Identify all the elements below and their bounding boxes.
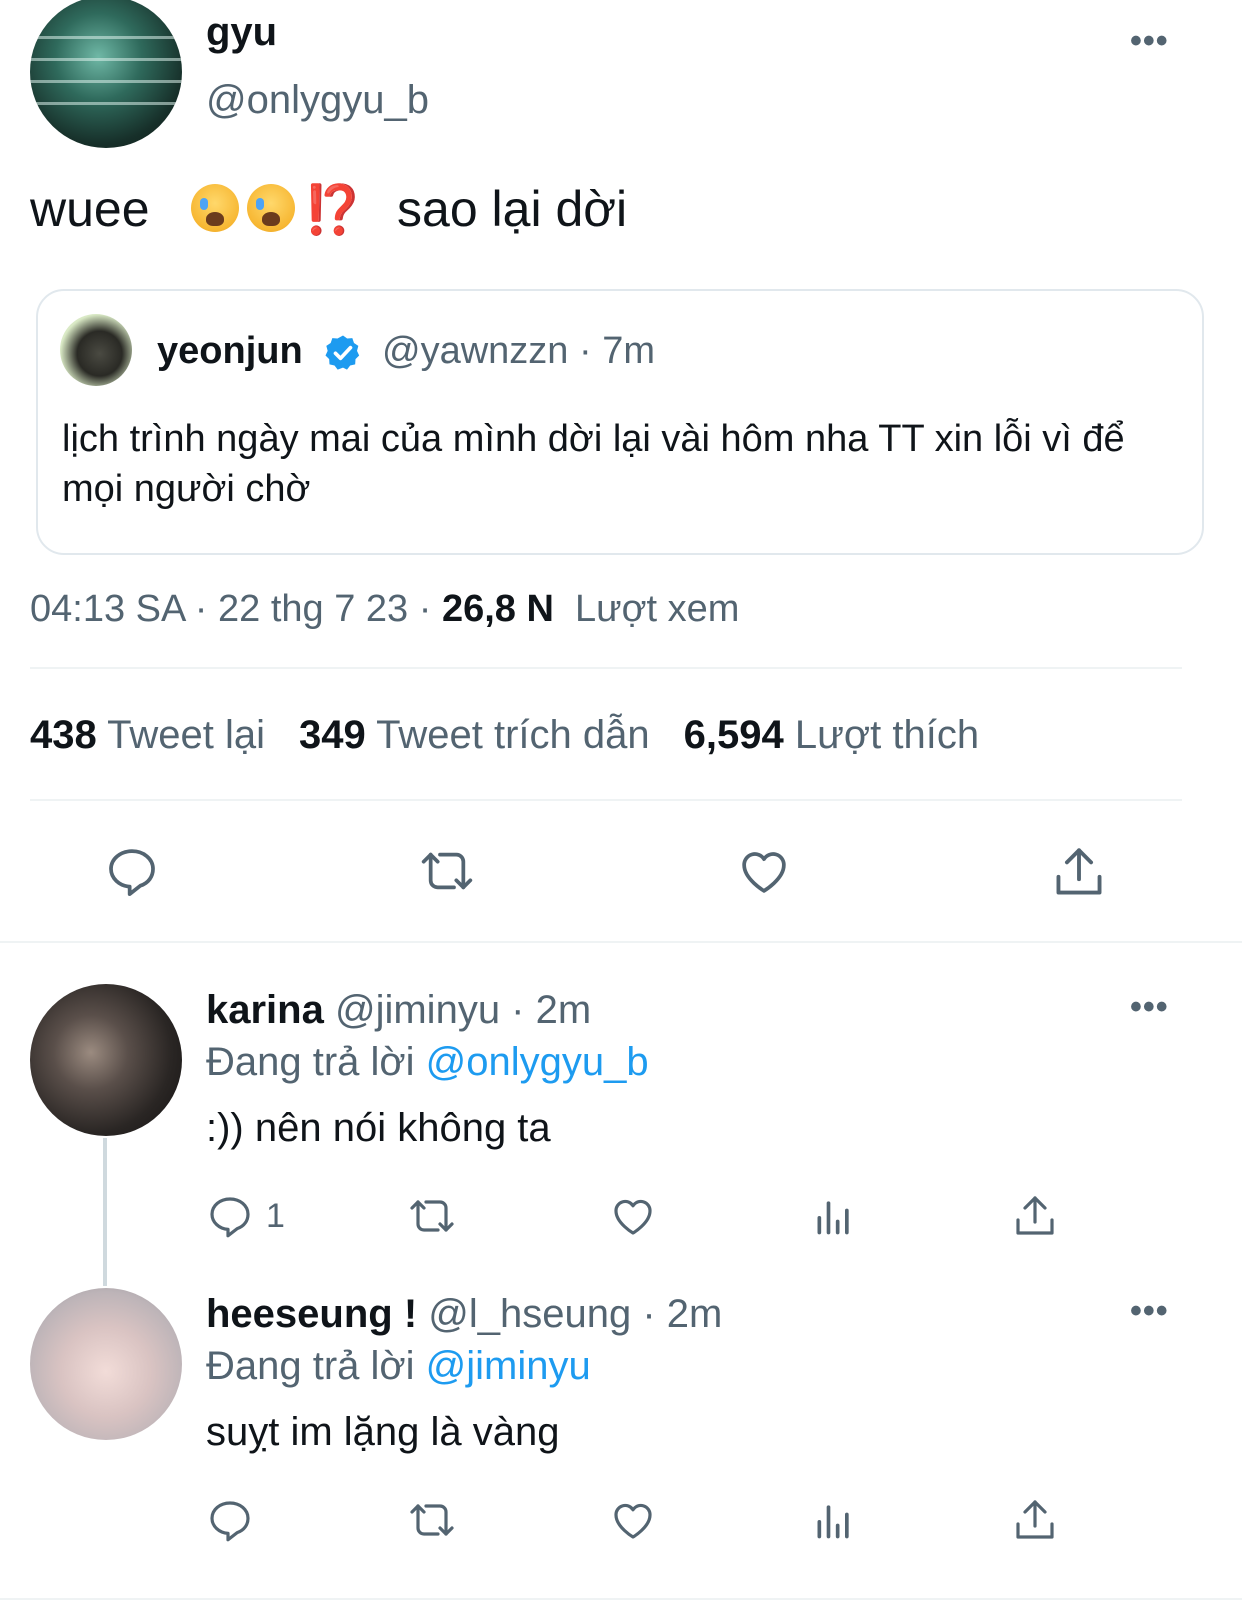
analytics-icon[interactable] — [812, 1498, 856, 1542]
divider — [30, 799, 1182, 801]
reply-icon[interactable] — [206, 1496, 254, 1544]
loudly-crying-face-icon — [191, 184, 240, 232]
more-options-icon[interactable]: ••• — [1130, 22, 1169, 61]
retweet-icon[interactable] — [404, 1192, 460, 1240]
author-handle[interactable]: @onlygyu_b — [206, 78, 429, 123]
reply-icon[interactable] — [104, 843, 160, 899]
verified-badge-icon — [323, 333, 363, 373]
author-name[interactable]: gyu — [206, 10, 277, 55]
analytics-icon[interactable] — [812, 1194, 856, 1238]
reply-icon[interactable] — [206, 1192, 254, 1240]
thread-line — [103, 1138, 107, 1286]
section-divider — [0, 1598, 1242, 1600]
loudly-crying-face-icon — [247, 184, 296, 232]
retweets-stat[interactable]: 438 Tweet lại — [30, 713, 265, 757]
reply-meta: @jiminyu · 2m — [334, 988, 592, 1032]
heart-icon[interactable] — [736, 843, 792, 899]
reply-header: heeseung ! @l_hseung · 2m — [206, 1292, 722, 1337]
section-divider — [0, 941, 1242, 943]
tweet-text-suffix: sao lại dời — [397, 181, 628, 237]
quoted-author-avatar — [60, 314, 132, 386]
reply-text: :)) nên nói không ta — [206, 1106, 551, 1150]
reply-header: karina @jiminyu · 2m — [206, 988, 591, 1033]
reply-meta: @l_hseung · 2m — [428, 1292, 723, 1336]
reply-author-name[interactable]: heeseung ! — [206, 1292, 417, 1336]
likes-stat[interactable]: 6,594 Lượt thích — [684, 713, 979, 757]
retweet-icon[interactable] — [404, 1496, 460, 1544]
more-options-icon[interactable]: ••• — [1130, 1292, 1169, 1331]
mention-link[interactable]: @onlygyu_b — [426, 1040, 649, 1084]
tweet-text-prefix: wuee — [30, 181, 150, 237]
divider — [30, 667, 1182, 669]
share-icon[interactable] — [1011, 1496, 1059, 1544]
reply-author-name[interactable]: karina — [206, 988, 324, 1032]
more-options-icon[interactable]: ••• — [1130, 988, 1169, 1027]
exclamation-question-icon: ⁉️ — [303, 184, 364, 237]
reply-avatar[interactable] — [30, 984, 182, 1136]
reply-count: 1 — [266, 1197, 285, 1235]
time-date: 04:13 SA · 22 thg 7 23 · — [30, 588, 442, 630]
tweet-stats: 438 Tweet lại 349 Tweet trích dẫn 6,594 Lư… — [30, 713, 979, 758]
quoted-author-name: yeonjun — [157, 330, 303, 372]
share-icon[interactable] — [1011, 1192, 1059, 1240]
author-avatar[interactable] — [30, 0, 182, 148]
mention-link[interactable]: @jiminyu — [426, 1344, 591, 1388]
tweet-timestamp: 04:13 SA · 22 thg 7 23 · 26,8 N Lượt xem — [30, 588, 739, 631]
heart-icon[interactable] — [609, 1496, 657, 1544]
replying-to: Đang trả lời @jiminyu — [206, 1344, 591, 1388]
reply-avatar[interactable] — [30, 1288, 182, 1440]
heart-icon[interactable] — [609, 1192, 657, 1240]
reply-text: suỵt im lặng là vàng — [206, 1410, 560, 1454]
share-icon[interactable] — [1050, 843, 1108, 901]
quotes-stat[interactable]: 349 Tweet trích dẫn — [299, 713, 650, 757]
views-count: 26,8 N — [441, 588, 554, 630]
quoted-tweet-text: lịch trình ngày mai của mình dời lại vài… — [62, 418, 1125, 510]
quoted-tweet-meta: @yawnzzn · 7m — [382, 330, 655, 372]
retweet-icon[interactable] — [414, 843, 480, 899]
tweet-text: wuee ⁉️ sao lại dời — [30, 180, 627, 238]
views-label: Lượt xem — [575, 588, 740, 630]
replying-to: Đang trả lời @onlygyu_b — [206, 1040, 649, 1084]
